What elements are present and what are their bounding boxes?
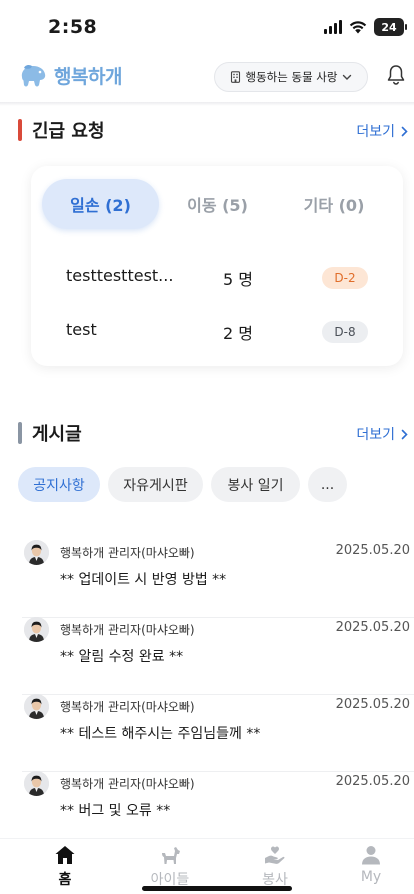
- tab-volunteer[interactable]: 봉사: [240, 845, 310, 889]
- request-row[interactable]: testtesttest... 5 명 D-2: [66, 262, 368, 292]
- avatar: [24, 617, 49, 642]
- tab-home[interactable]: 홈: [30, 845, 100, 889]
- post-title: ** 테스트 해주시는 주임님들께 **: [60, 726, 261, 742]
- post-date: 2025.05.20: [335, 774, 410, 789]
- chip-more[interactable]: ...: [308, 467, 347, 502]
- request-row[interactable]: test 2 명 D-8: [66, 316, 368, 346]
- battery-icon: 24: [374, 18, 407, 36]
- header-divider: [0, 102, 414, 106]
- avatar: [24, 694, 49, 719]
- post-list-item[interactable]: 행복하개 관리자(마샤오빠) 2025.05.20 ** 업데이트 시 반영 방법 …: [0, 540, 414, 618]
- building-icon: [230, 71, 240, 83]
- chevron-right-icon: [401, 429, 408, 439]
- avatar: [24, 540, 49, 565]
- person-icon: [362, 846, 380, 865]
- dday-badge: D-8: [322, 321, 368, 343]
- cellular-signal-icon: [324, 20, 342, 34]
- app-logo[interactable]: 행복하개: [18, 62, 122, 89]
- shelter-select[interactable]: 행동하는 동물 사랑: [214, 62, 368, 92]
- urgent-section-bar: [18, 119, 22, 141]
- tab-home-label: 홈: [58, 872, 72, 888]
- home-icon: [55, 846, 75, 864]
- tab-labor[interactable]: 일손 (2): [42, 179, 159, 229]
- tab-animals[interactable]: 아이들: [135, 845, 205, 889]
- post-category-chips: 공지사항 자유게시판 봉사 일기 ...: [18, 467, 347, 502]
- post-title: ** 업데이트 시 반영 방법 **: [60, 572, 227, 588]
- post-date: 2025.05.20: [335, 697, 410, 712]
- status-icons: 24: [324, 18, 407, 36]
- post-title: ** 버그 및 오류 **: [60, 803, 171, 819]
- chevron-right-icon: [401, 126, 408, 136]
- dday-badge: D-2: [322, 267, 368, 289]
- posts-section-title: 게시글: [32, 424, 82, 445]
- logo-text: 행복하개: [54, 66, 122, 88]
- posts-more-link[interactable]: 더보기: [356, 424, 408, 444]
- post-list-item[interactable]: 행복하개 관리자(마샤오빠) 2025.05.20 ** 알림 수정 완료 **: [0, 617, 414, 695]
- post-author: 행복하개 관리자(마샤오빠): [60, 700, 195, 714]
- tab-etc[interactable]: 기타 (0): [276, 179, 392, 229]
- home-indicator: [142, 886, 292, 891]
- urgent-section-title: 긴급 요청: [32, 121, 105, 142]
- wifi-icon: [349, 21, 367, 34]
- request-title: testtesttest...: [66, 266, 174, 285]
- urgent-tabs: 일손 (2) 이동 (5) 기타 (0): [42, 179, 392, 229]
- bell-icon: [387, 65, 405, 85]
- request-count: 2 명: [223, 324, 253, 343]
- dog-icon: [162, 847, 180, 864]
- avatar: [24, 771, 49, 796]
- post-date: 2025.05.20: [335, 620, 410, 635]
- status-bar: 2:58 24: [0, 0, 414, 56]
- chip-volunteer-diary[interactable]: 봉사 일기: [211, 467, 300, 502]
- chevron-down-icon: [343, 74, 352, 80]
- dog-logo-icon: [21, 64, 46, 86]
- notification-button[interactable]: [386, 64, 406, 90]
- chip-free-board[interactable]: 자유게시판: [108, 467, 203, 502]
- post-author: 행복하개 관리자(마샤오빠): [60, 546, 195, 560]
- post-author: 행복하개 관리자(마샤오빠): [60, 777, 195, 791]
- post-title: ** 알림 수정 완료 **: [60, 649, 184, 665]
- post-date: 2025.05.20: [335, 543, 410, 558]
- posts-more-label: 더보기: [356, 427, 395, 443]
- chip-notice[interactable]: 공지사항: [18, 467, 100, 502]
- tab-transport[interactable]: 이동 (5): [159, 179, 276, 229]
- urgent-section-header: 긴급 요청 더보기: [18, 118, 414, 142]
- post-list-item[interactable]: 행복하개 관리자(마샤오빠) 2025.05.20 ** 테스트 해주시는 주임님들…: [0, 694, 414, 772]
- shelter-name: 행동하는 동물 사랑: [245, 70, 338, 84]
- urgent-request-card: 일손 (2) 이동 (5) 기타 (0) testtesttest... 5 명…: [31, 166, 403, 366]
- status-time: 2:58: [48, 16, 98, 38]
- posts-section-header: 게시글 더보기: [18, 421, 414, 445]
- volunteer-hand-icon: [265, 846, 285, 864]
- request-title: test: [66, 320, 97, 339]
- request-count: 5 명: [223, 270, 253, 289]
- post-author: 행복하개 관리자(마샤오빠): [60, 623, 195, 637]
- urgent-more-link[interactable]: 더보기: [356, 121, 408, 141]
- app-header: 행복하개 행동하는 동물 사랑: [0, 60, 414, 100]
- urgent-more-label: 더보기: [356, 124, 395, 140]
- tab-my[interactable]: My: [336, 845, 406, 885]
- posts-section-bar: [18, 422, 22, 444]
- tab-my-label: My: [360, 869, 382, 885]
